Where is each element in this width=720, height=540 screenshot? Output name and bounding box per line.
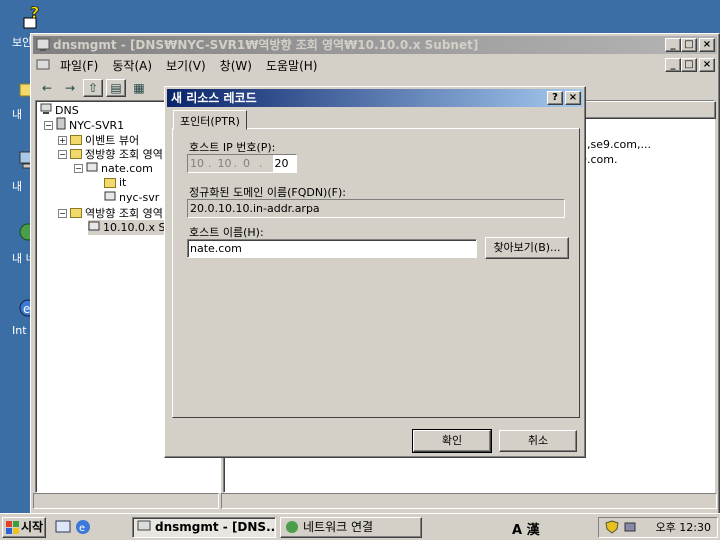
svg-text:?: ?: [30, 4, 39, 22]
menu-window[interactable]: 창(W): [213, 57, 259, 74]
tree-label: NYC-SVR1: [69, 118, 125, 132]
collapse-icon[interactable]: −: [58, 208, 67, 218]
child-close-button[interactable]: ×: [699, 58, 715, 72]
dns-icon: [137, 520, 151, 537]
menu-view[interactable]: 보기(V): [159, 57, 213, 74]
zone-icon: [86, 161, 98, 176]
list-item[interactable]: 1,se9.com,...: [580, 138, 651, 151]
main-title-bar[interactable]: dnsmgmt - [DNS₩NYC-SVR1₩역방향 조회 영역₩10.10.…: [33, 36, 717, 54]
help-button[interactable]: ?: [547, 91, 563, 105]
maximize-button[interactable]: □: [681, 38, 697, 52]
window-app-icon: [36, 38, 50, 54]
expand-icon[interactable]: +: [58, 135, 67, 145]
quick-launch: e: [55, 519, 91, 538]
forward-arrow-icon[interactable]: →: [60, 79, 80, 97]
ip-segment-4[interactable]: 20: [272, 155, 296, 172]
dialog-title: 새 리소스 레코드: [171, 91, 257, 105]
ok-button[interactable]: 확인: [412, 429, 492, 453]
tab-ptr[interactable]: 포인터(PTR): [173, 110, 247, 130]
folder-icon: [104, 177, 116, 188]
collapse-icon[interactable]: −: [58, 149, 67, 159]
collapse-icon[interactable]: −: [44, 120, 53, 130]
ime-indicator[interactable]: A 漢: [512, 519, 540, 538]
tree-node-subnet[interactable]: 10.10.0.x Su: [88, 220, 173, 235]
windows-logo-icon: [6, 521, 19, 540]
tree-label: 정방향 조회 영역: [85, 148, 163, 161]
zone-icon: [104, 190, 116, 205]
menu-action[interactable]: 동작(A): [105, 57, 159, 74]
task-label: dnsmgmt - [DNS...: [155, 520, 276, 534]
tree-label: it: [119, 176, 127, 189]
shield-icon[interactable]: [605, 520, 619, 540]
child-minimize-button[interactable]: _: [665, 58, 681, 72]
status-bar: [33, 493, 717, 511]
show-tree-icon[interactable]: ▤: [106, 79, 126, 97]
tree-node-it[interactable]: it: [104, 176, 126, 189]
console-icon: [36, 58, 50, 75]
tree-label: DNS: [55, 104, 79, 117]
tree-label: nate.com: [101, 162, 153, 175]
cancel-button[interactable]: 취소: [499, 430, 577, 452]
internet-explorer-icon[interactable]: e: [75, 519, 91, 538]
status-pane: [33, 493, 219, 509]
minimize-button[interactable]: _: [665, 38, 681, 52]
main-title-text: dnsmgmt - [DNS₩NYC-SVR1₩역방향 조회 영역₩10.10.…: [53, 38, 479, 52]
folder-icon: [70, 149, 82, 159]
tree-node-server[interactable]: − NYC-SVR1: [44, 117, 124, 133]
event-viewer-icon: [70, 135, 82, 145]
tree-node-nyc[interactable]: nyc-svr: [104, 190, 159, 205]
back-arrow-icon[interactable]: ←: [37, 79, 57, 97]
host-ip-label: 호스트 IP 번호(P):: [189, 141, 276, 154]
close-button[interactable]: ×: [699, 38, 715, 52]
server-icon: [56, 117, 66, 133]
hostname-input[interactable]: nate.com: [187, 239, 477, 258]
help-icon: ?: [22, 3, 48, 30]
folder-icon: [70, 208, 82, 218]
network-icon: [285, 520, 299, 537]
show-desktop-icon[interactable]: [55, 519, 71, 538]
taskbar-task-network[interactable]: 네트워크 연결: [280, 517, 422, 538]
taskbar: 시작 e dnsmgmt - [DNS... 네트워크 연결 A 漢 오후 12…: [0, 513, 720, 540]
fqdn-label: 정규화된 도메인 이름(FQDN)(F):: [189, 186, 346, 199]
status-pane: [221, 493, 717, 509]
dialog-title-bar[interactable]: 새 리소스 레코드 ? ×: [167, 89, 583, 107]
tab-panel: 호스트 IP 번호(P): 10. 10. 0. 20 정규화된 도메인 이름(…: [172, 128, 580, 418]
tree-label: 역방향 조회 영역: [85, 207, 163, 220]
browse-button[interactable]: 찾아보기(B)...: [485, 237, 569, 259]
tree-label: 10.10.0.x Su: [103, 221, 173, 234]
network-tray-icon[interactable]: [623, 520, 637, 540]
menu-help[interactable]: 도움말(H): [259, 57, 325, 74]
close-button[interactable]: ×: [565, 91, 581, 105]
host-ip-field[interactable]: 10. 10. 0. 20: [187, 154, 297, 173]
menu-file[interactable]: 파일(F): [53, 57, 105, 74]
task-label: 네트워크 연결: [303, 520, 374, 534]
taskbar-task-dnsmgmt[interactable]: dnsmgmt - [DNS...: [132, 517, 276, 538]
ip-segment-2: 10: [217, 157, 232, 170]
clock[interactable]: 오후 12:30: [656, 518, 711, 537]
fqdn-field: 20.0.10.10.in-addr.arpa: [187, 199, 565, 218]
tree-label: nyc-svr: [119, 191, 160, 204]
menu-bar: 파일(F) 동작(A) 보기(V) 창(W) 도움말(H) _ □ ×: [33, 55, 717, 75]
svg-text:e: e: [79, 523, 85, 534]
collapse-icon[interactable]: −: [74, 164, 83, 173]
tree-node-nate[interactable]: − nate.com: [74, 161, 153, 176]
tree-node-reverse-zone[interactable]: − 역방향 조회 영역: [58, 205, 163, 221]
hostname-label: 호스트 이름(H):: [189, 226, 264, 239]
start-label: 시작: [21, 520, 44, 534]
ip-segment-1: 10: [190, 157, 204, 170]
properties-icon[interactable]: ▦: [129, 79, 149, 97]
new-resource-record-dialog: 새 리소스 레코드 ? × 포인터(PTR) 호스트 IP 번호(P): 10.…: [164, 86, 586, 458]
zone-icon: [88, 220, 100, 235]
ip-segment-3: 0: [243, 157, 250, 170]
up-folder-icon[interactable]: ⇧: [83, 79, 103, 97]
tree-node-dns[interactable]: DNS: [40, 103, 79, 118]
tree-node-forward-zone[interactable]: − 정방향 조회 영역: [58, 146, 163, 162]
system-tray: 오후 12:30: [598, 517, 718, 538]
dns-icon: [40, 103, 52, 118]
start-button[interactable]: 시작: [2, 517, 46, 538]
child-restore-button[interactable]: □: [681, 58, 697, 72]
